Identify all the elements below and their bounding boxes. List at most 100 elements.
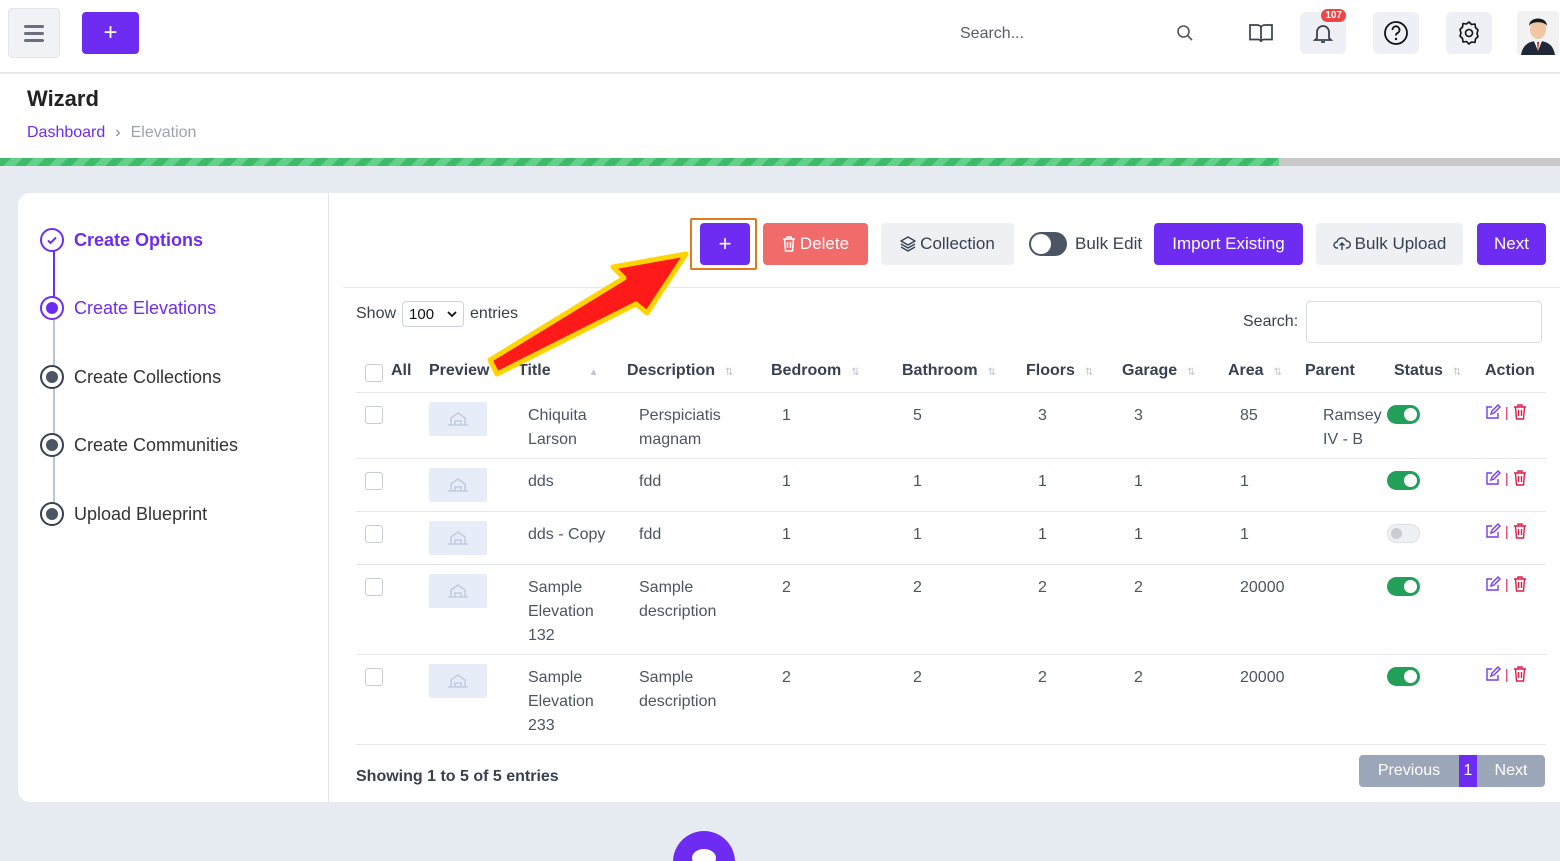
import-existing-button[interactable]: Import Existing	[1154, 223, 1303, 265]
table-row[interactable]: dds - Copy fdd 1 1 1 1 1 |	[356, 512, 1546, 565]
trash-icon[interactable]	[1513, 404, 1527, 420]
status-toggle[interactable]	[1387, 471, 1420, 490]
image-placeholder-icon	[448, 478, 468, 492]
quick-add-button[interactable]: +	[82, 12, 139, 54]
breadcrumb-dashboard[interactable]: Dashboard	[27, 124, 105, 141]
edit-icon[interactable]	[1485, 470, 1501, 486]
table-row[interactable]: Sample Elevation 132 Sample description 2 2 2 2 2…	[356, 565, 1546, 655]
row-checkbox[interactable]	[365, 525, 383, 543]
edit-icon[interactable]	[1485, 576, 1501, 592]
cell-garage: 1	[1134, 526, 1143, 543]
header-area[interactable]: Area ⇅	[1228, 362, 1282, 380]
next-page-button[interactable]: Next	[1477, 755, 1545, 787]
header-bedroom[interactable]: Bedroom ⇅	[771, 362, 860, 380]
table-row[interactable]: dds fdd 1 1 1 1 1 |	[356, 459, 1546, 512]
add-elevation-button[interactable]: +	[700, 223, 750, 265]
search-input[interactable]: Search...	[952, 25, 1024, 43]
trash-icon[interactable]	[1513, 666, 1527, 682]
table-search-input[interactable]	[1306, 301, 1543, 343]
row-actions: |	[1485, 576, 1527, 592]
cell-title-line: Elevation	[528, 693, 594, 710]
row-checkbox[interactable]	[365, 406, 383, 424]
step-create-communities[interactable]: Create Communities	[40, 430, 238, 460]
cell-garage: 2	[1134, 579, 1143, 596]
preview-thumbnail[interactable]	[429, 574, 487, 608]
bulk-upload-button[interactable]: Bulk Upload	[1316, 223, 1463, 265]
cell-area: 1	[1240, 526, 1249, 543]
status-toggle[interactable]	[1387, 405, 1420, 424]
cell-title-line: 233	[528, 717, 555, 734]
row-checkbox[interactable]	[365, 578, 383, 596]
preview-thumbnail[interactable]	[429, 402, 487, 436]
select-all-checkbox[interactable]	[365, 364, 383, 382]
header-description[interactable]: Description ⇅	[627, 362, 733, 380]
step-create-options[interactable]: Create Options	[40, 225, 203, 255]
header-all: All	[391, 362, 412, 379]
header-preview[interactable]: Preview	[429, 362, 489, 380]
docs-button[interactable]	[1238, 12, 1284, 54]
edit-icon[interactable]	[1485, 666, 1501, 682]
cell-parent-line: IV - B	[1323, 431, 1364, 448]
trash-icon[interactable]	[1513, 576, 1527, 592]
cell-bedroom: 1	[782, 473, 791, 490]
cell-garage: 3	[1134, 407, 1143, 424]
header-title[interactable]: Title ▲	[518, 362, 599, 380]
row-checkbox[interactable]	[365, 668, 383, 686]
search-icon[interactable]	[1176, 24, 1194, 42]
previous-page-button[interactable]: Previous	[1359, 755, 1459, 787]
gear-icon	[1459, 21, 1479, 45]
cell-title: Sample Elevation 132	[528, 576, 594, 648]
notifications-button[interactable]: 107	[1300, 9, 1346, 54]
table-row[interactable]: Sample Elevation 233 Sample description 2 2 2 2 2…	[356, 655, 1546, 745]
trash-icon	[782, 236, 795, 252]
header-parent[interactable]: Parent	[1305, 362, 1355, 380]
settings-button[interactable]	[1446, 12, 1492, 54]
menu-button[interactable]	[8, 8, 60, 58]
cell-title-line: dds	[528, 473, 554, 490]
preview-thumbnail[interactable]	[429, 468, 487, 502]
header-status[interactable]: Status ⇅	[1394, 362, 1461, 380]
global-search[interactable]: Search...	[952, 20, 1202, 48]
cell-bathroom: 2	[913, 669, 922, 686]
chat-launcher-button[interactable]	[673, 831, 735, 861]
pending-step-icon	[40, 502, 64, 526]
step-create-elevations[interactable]: Create Elevations	[40, 293, 216, 323]
page-1-button[interactable]: 1	[1459, 755, 1477, 787]
row-checkbox[interactable]	[365, 472, 383, 490]
action-separator: |	[1505, 470, 1509, 486]
cell-parent-line: Ramsey	[1323, 407, 1382, 424]
toggle-switch[interactable]	[1029, 232, 1067, 256]
user-avatar[interactable]	[1517, 11, 1559, 55]
entries-select[interactable]: 100	[402, 301, 465, 327]
show-label: Show	[356, 305, 397, 322]
help-button[interactable]	[1373, 12, 1419, 54]
header-floors-label: Floors	[1026, 362, 1075, 379]
header-floors[interactable]: Floors ⇅	[1026, 362, 1093, 380]
collection-button[interactable]: Collection	[881, 223, 1014, 265]
delete-button[interactable]: Delete	[763, 223, 868, 265]
preview-thumbnail[interactable]	[429, 521, 487, 555]
cell-description-line: Perspiciatis	[639, 407, 721, 424]
edit-icon[interactable]	[1485, 523, 1501, 539]
step-create-collections[interactable]: Create Collections	[40, 362, 221, 392]
header-garage[interactable]: Garage ⇅	[1122, 362, 1196, 380]
image-placeholder-icon	[448, 674, 468, 688]
cloud-upload-icon	[1333, 237, 1351, 250]
status-toggle[interactable]	[1387, 667, 1420, 686]
bulk-edit-toggle[interactable]: Bulk Edit	[1029, 229, 1142, 259]
edit-icon[interactable]	[1485, 404, 1501, 420]
status-toggle[interactable]	[1387, 577, 1420, 596]
trash-icon[interactable]	[1513, 523, 1527, 539]
cell-area: 20000	[1240, 669, 1285, 686]
header-action: Action	[1485, 362, 1535, 379]
preview-thumbnail[interactable]	[429, 664, 487, 698]
breadcrumb-current: Elevation	[130, 124, 197, 141]
cell-description-line: magnam	[639, 431, 702, 448]
trash-icon[interactable]	[1513, 470, 1527, 486]
next-button[interactable]: Next	[1477, 223, 1546, 265]
step-upload-blueprint[interactable]: Upload Blueprint	[40, 499, 207, 529]
header-bathroom[interactable]: Bathroom ⇅	[902, 362, 996, 380]
status-toggle[interactable]	[1387, 524, 1420, 543]
step-label: Create Options	[74, 229, 204, 250]
table-row[interactable]: Chiquita Larson Perspiciatis magnam 1 5 3 3 85 Ra…	[356, 393, 1546, 459]
